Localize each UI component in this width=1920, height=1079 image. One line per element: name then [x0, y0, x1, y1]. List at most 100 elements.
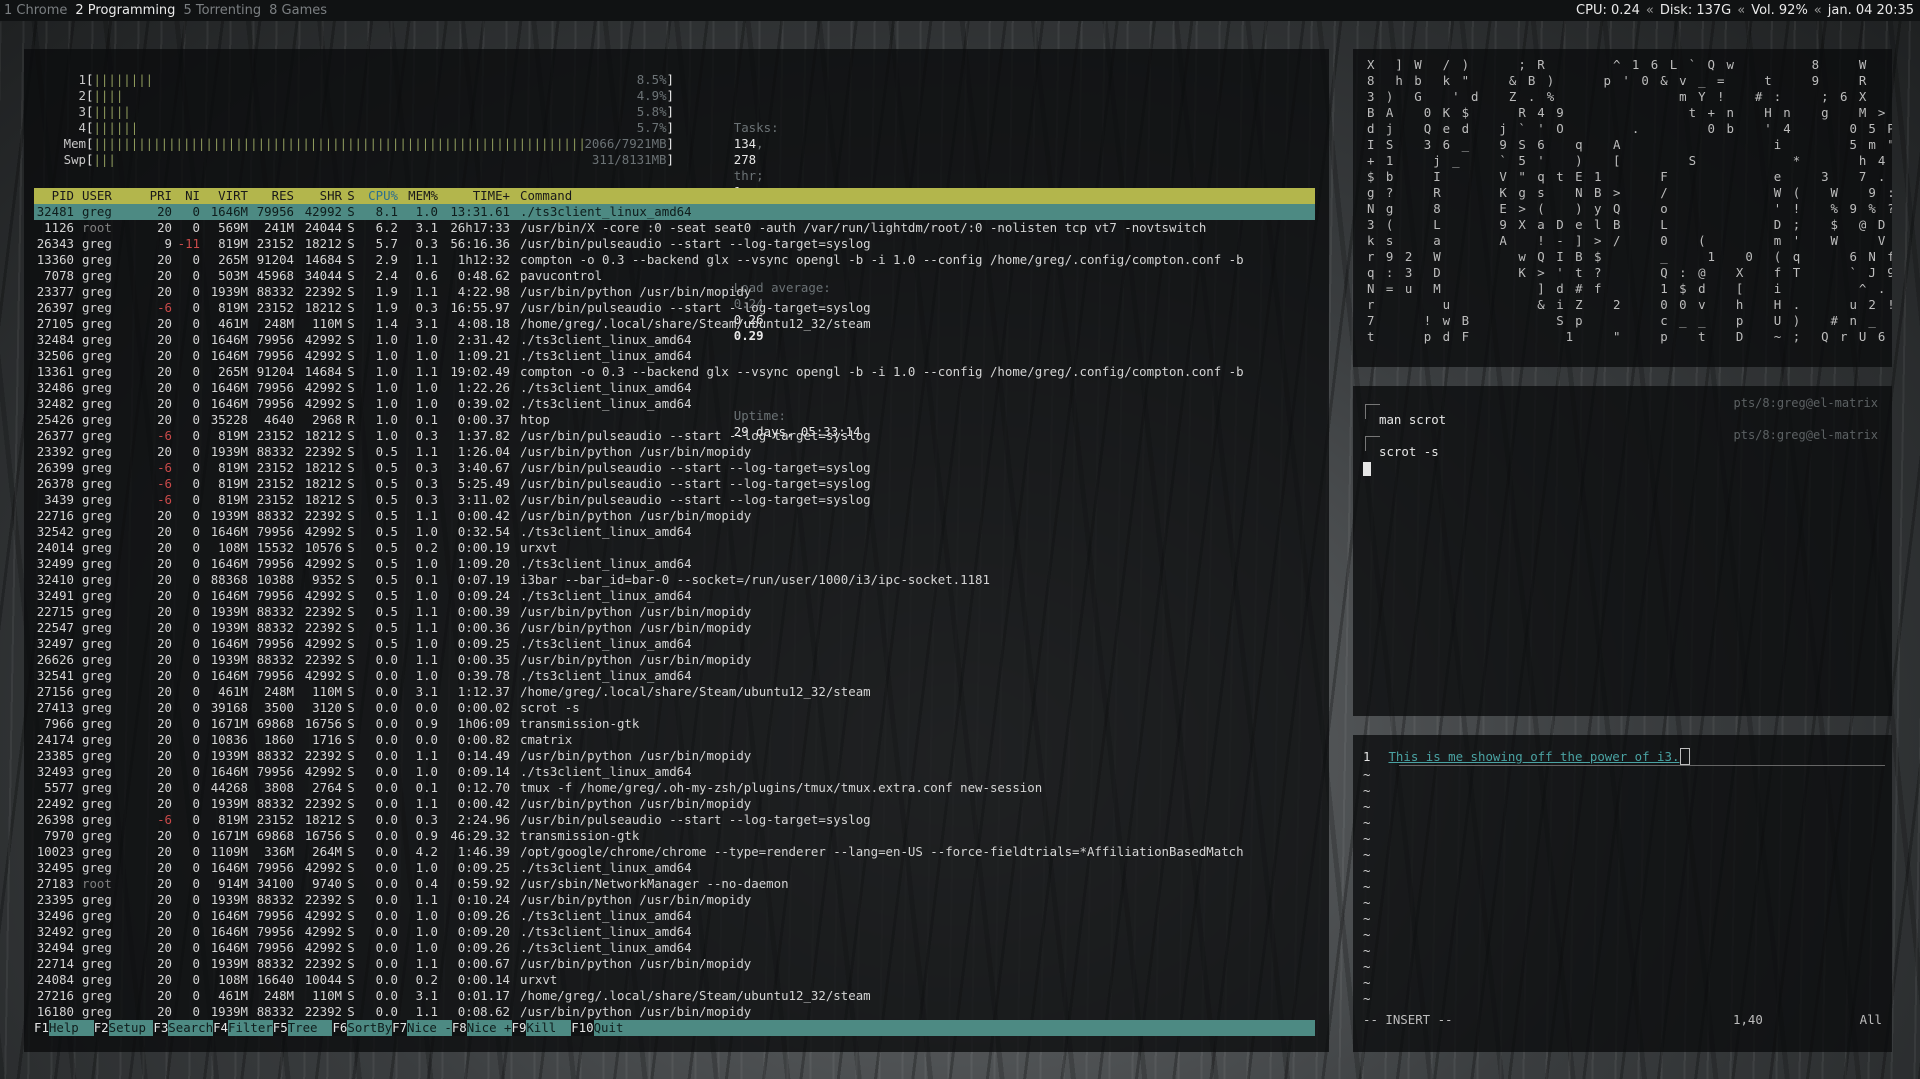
function-key-f1[interactable]: F1 Help [34, 1020, 94, 1036]
column-header[interactable]: TIME+ [438, 188, 510, 204]
process-cell: 13361 [36, 364, 74, 379]
process-row[interactable]: 26399 greg -6 0 819M 23152 18212 S 0.5 0.3 3:40.67… [34, 460, 1315, 476]
process-row[interactable]: 32496 greg 20 0 1646M 79956 42992 S 0.0 1.0 0:09.2… [34, 908, 1315, 924]
process-row[interactable]: 23392 greg 20 0 1939M 88332 22392 S 0.5 1.1 1:26.0… [34, 444, 1315, 460]
column-header[interactable]: VIRT [200, 188, 248, 204]
column-header[interactable]: CPU% [360, 188, 398, 204]
function-key-f5[interactable]: F5 Tree [272, 1020, 333, 1036]
process-row[interactable]: 23395 greg 20 0 1939M 88332 22392 S 0.0 1.1 0:10.2… [34, 892, 1315, 908]
column-header[interactable]: S [342, 188, 360, 204]
process-row[interactable]: 22714 greg 20 0 1939M 88332 22392 S 0.0 1.1 0:00.6… [34, 956, 1315, 972]
column-header[interactable]: RES [248, 188, 294, 204]
workspace-button[interactable]: 8 Games [265, 0, 331, 21]
column-header[interactable]: PRI [140, 188, 172, 204]
process-row[interactable]: 24084 greg 20 0 108M 16640 10044 S 0.0 0.2 0:00.14… [34, 972, 1315, 988]
function-key-f4[interactable]: F4 Filter [213, 1020, 273, 1036]
process-table-header[interactable]: PID USER PRI NI VIRT RES SHR S CPU% MEM% TIME+ Comm… [34, 188, 1315, 204]
process-row[interactable]: 23377 greg 20 0 1939M 88332 22392 S 1.9 1.1 4:22.9… [34, 284, 1315, 300]
process-row[interactable]: 27216 greg 20 0 461M 248M 110M S 0.0 3.1 0:01.17/h… [34, 988, 1315, 1004]
process-row[interactable]: 5577 greg 20 0 44268 3808 2764 S 0.0 0.1 0:12.70 tm… [34, 780, 1315, 796]
htop-window[interactable]: 1[|||||||| 8.5%] 2[|||| 4.9%] 3[||||| 5.8%] 4[… [24, 49, 1329, 1052]
process-row[interactable]: 32499 greg 20 0 1646M 79956 42992 S 0.5 1.0 1:09.2… [34, 556, 1315, 572]
vim-buffer-line[interactable]: 1 This is me showing off the power of i3. [1363, 748, 1690, 765]
column-header[interactable]: MEM% [398, 188, 438, 204]
process-row[interactable]: 25426 greg 20 0 35228 4640 2968 R 1.0 0.1 0:00.37 h… [34, 412, 1315, 428]
process-row[interactable]: 27105 greg 20 0 461M 248M 110M S 1.4 3.1 4:08.18/h… [34, 316, 1315, 332]
process-row[interactable]: 32486 greg 20 0 1646M 79956 42992 S 1.0 1.0 1:22.2… [34, 380, 1315, 396]
process-cell: 79956 [256, 348, 294, 363]
cmatrix-window[interactable]: X ] W / ) ; R ^ 1 6 L ` Q w 8 W ? 8 h b k… [1353, 49, 1892, 367]
function-key-f6[interactable]: F6 SortBy [332, 1020, 392, 1036]
function-key-f10[interactable]: F10 Quit [571, 1020, 623, 1036]
process-row[interactable]: 26378 greg -6 0 819M 23152 18212 S 0.5 0.3 5:25.49… [34, 476, 1315, 492]
process-row[interactable]: 27156 greg 20 0 461M 248M 110M S 0.0 3.1 1:12.37/h… [34, 684, 1315, 700]
process-row[interactable]: 13360 greg 20 0 265M 91204 14684 S 2.9 1.1 1h12:32… [34, 252, 1315, 268]
process-row[interactable]: 27183 root 20 0 914M 34100 9740 S 0.0 0.4 0:59.92 /… [34, 876, 1315, 892]
column-header[interactable]: NI [172, 188, 200, 204]
workspace-button[interactable]: 2 Programming [71, 0, 179, 21]
meter-bracket: ] [666, 88, 674, 103]
process-row[interactable]: 24174 greg 20 0 10836 1860 1716 S 0.0 0.0 0:00.82 c… [34, 732, 1315, 748]
process-cell: 0 [192, 636, 200, 651]
process-cell: 461M [218, 684, 248, 699]
process-row[interactable]: 32494 greg 20 0 1646M 79956 42992 S 0.0 1.0 0:09.2… [34, 940, 1315, 956]
column-header[interactable]: USER [74, 188, 140, 204]
process-row[interactable]: 32497 greg 20 0 1646M 79956 42992 S 0.5 1.0 0:09.2… [34, 636, 1315, 652]
workspace-button[interactable]: 5 Torrenting [179, 0, 265, 21]
process-cell: 1.1 [415, 796, 438, 811]
column-header[interactable]: SHR [294, 188, 342, 204]
process-row[interactable]: 26377 greg -6 0 819M 23152 18212 S 1.0 0.3 1:37.82… [34, 428, 1315, 444]
terminal-cursor[interactable] [1363, 462, 1371, 476]
process-row[interactable]: 32484 greg 20 0 1646M 79956 42992 S 1.0 1.0 2:31.4… [34, 332, 1315, 348]
function-key-f2[interactable]: F2 Setup [93, 1020, 154, 1036]
process-row[interactable]: 32410 greg 20 0 88368 10388 9352 S 0.5 0.1 0:07.19… [34, 572, 1315, 588]
function-key-f8[interactable]: F8 Nice + [451, 1020, 512, 1036]
process-row[interactable]: 32491 greg 20 0 1646M 79956 42992 S 0.5 1.0 0:09.2… [34, 588, 1315, 604]
process-row[interactable]: 26343 greg 9 -11 819M 23152 18212 S 5.7 0.3 56:16.… [34, 236, 1315, 252]
process-cell: 20 [157, 860, 172, 875]
process-cell: 23395 [36, 892, 74, 907]
process-row[interactable]: 7970 greg 20 0 1671M 69868 16756 S 0.0 0.9 46:29.3… [34, 828, 1315, 844]
process-cell: 20 [157, 796, 172, 811]
process-row[interactable]: 26397 greg -6 0 819M 23152 18212 S 1.9 0.3 16:55.9… [34, 300, 1315, 316]
process-row[interactable]: 3439 greg -6 0 819M 23152 18212 S 0.5 0.3 3:11.02 /… [34, 492, 1315, 508]
process-row[interactable]: 32506 greg 20 0 1646M 79956 42992 S 1.0 1.0 1:09.2… [34, 348, 1315, 364]
process-cell: 0.5 [375, 572, 398, 587]
process-cell: 32499 [36, 556, 74, 571]
process-row[interactable]: 16180 greg 20 0 1939M 88332 22392 S 0.0 1.1 0:08.6… [34, 1004, 1315, 1020]
vim-window[interactable]: 1 This is me showing off the power of i3.… [1353, 735, 1892, 1052]
process-row[interactable]: 26398 greg -6 0 819M 23152 18212 S 0.0 0.3 2:24.96… [34, 812, 1315, 828]
process-row[interactable]: 22715 greg 20 0 1939M 88332 22392 S 0.5 1.1 0:00.3… [34, 604, 1315, 620]
function-key-f9[interactable]: F9 Kill [511, 1020, 572, 1036]
process-row[interactable]: 22547 greg 20 0 1939M 88332 22392 S 0.5 1.1 0:00.3… [34, 620, 1315, 636]
process-row[interactable]: 7078 greg 20 0 503M 45968 34044 S 2.4 0.6 0:48.62 p… [34, 268, 1315, 284]
process-row[interactable]: 32541 greg 20 0 1646M 79956 42992 S 0.0 1.0 0:39.7… [34, 668, 1315, 684]
process-row[interactable]: 32492 greg 20 0 1646M 79956 42992 S 0.0 1.0 0:09.2… [34, 924, 1315, 940]
terminal-window[interactable]: pts/8:greg@el-matrix man scrot pts/8:gre… [1353, 386, 1892, 716]
process-row[interactable]: 22492 greg 20 0 1939M 88332 22392 S 0.0 1.1 0:00.4… [34, 796, 1315, 812]
column-header[interactable]: Command [510, 188, 1329, 204]
process-row[interactable]: 13361 greg 20 0 265M 91204 14684 S 1.0 1.1 19:02.4… [34, 364, 1315, 380]
function-key-f3[interactable]: F3 Search [153, 1020, 213, 1036]
process-cell: 0.0 [375, 828, 398, 843]
process-row[interactable]: 32481 greg 20 0 1646M 79956 42992 S 8.1 1.0 13:31.… [34, 204, 1315, 220]
process-row[interactable]: 32482 greg 20 0 1646M 79956 42992 S 1.0 1.0 0:39.0… [34, 396, 1315, 412]
process-cell: 16756 [304, 716, 342, 731]
function-key-f7[interactable]: F7 Nice - [392, 1020, 452, 1036]
process-row[interactable]: 27413 greg 20 0 39168 3500 3120 S 0.0 0.0 0:00.02 s… [34, 700, 1315, 716]
process-row[interactable]: 32495 greg 20 0 1646M 79956 42992 S 0.0 1.0 0:09.2… [34, 860, 1315, 876]
process-row[interactable]: 32493 greg 20 0 1646M 79956 42992 S 0.0 1.0 0:09.1… [34, 764, 1315, 780]
process-cell: /usr/bin/pulseaudio --start --log-target… [520, 492, 871, 507]
process-row[interactable]: 22716 greg 20 0 1939M 88332 22392 S 0.5 1.1 0:00.4… [34, 508, 1315, 524]
process-row[interactable]: 7966 greg 20 0 1671M 69868 16756 S 0.0 0.9 1h06:09… [34, 716, 1315, 732]
process-row[interactable]: 24014 greg 20 0 108M 15532 10576 S 0.5 0.2 0:00.19… [34, 540, 1315, 556]
process-row[interactable]: 10023 greg 20 0 1109M 336M 264M S 0.0 4.2 1:46.39 /… [34, 844, 1315, 860]
workspace-button[interactable]: 1 Chrome [0, 0, 71, 21]
process-row[interactable]: 23385 greg 20 0 1939M 88332 22392 S 0.0 1.1 0:14.4… [34, 748, 1315, 764]
process-row[interactable]: 32542 greg 20 0 1646M 79956 42992 S 0.5 1.0 0:32.5… [34, 524, 1315, 540]
process-row[interactable]: 1126 root 20 0 569M 241M 24044 S 6.2 3.1 26h17:33 /… [34, 220, 1315, 236]
process-row[interactable]: 26626 greg 20 0 1939M 88332 22392 S 0.0 1.1 0:00.3… [34, 652, 1315, 668]
process-cell: 10388 [256, 572, 294, 587]
column-header[interactable]: PID [34, 188, 74, 204]
line-text[interactable]: This is me showing off the power of i3. [1388, 749, 1679, 764]
